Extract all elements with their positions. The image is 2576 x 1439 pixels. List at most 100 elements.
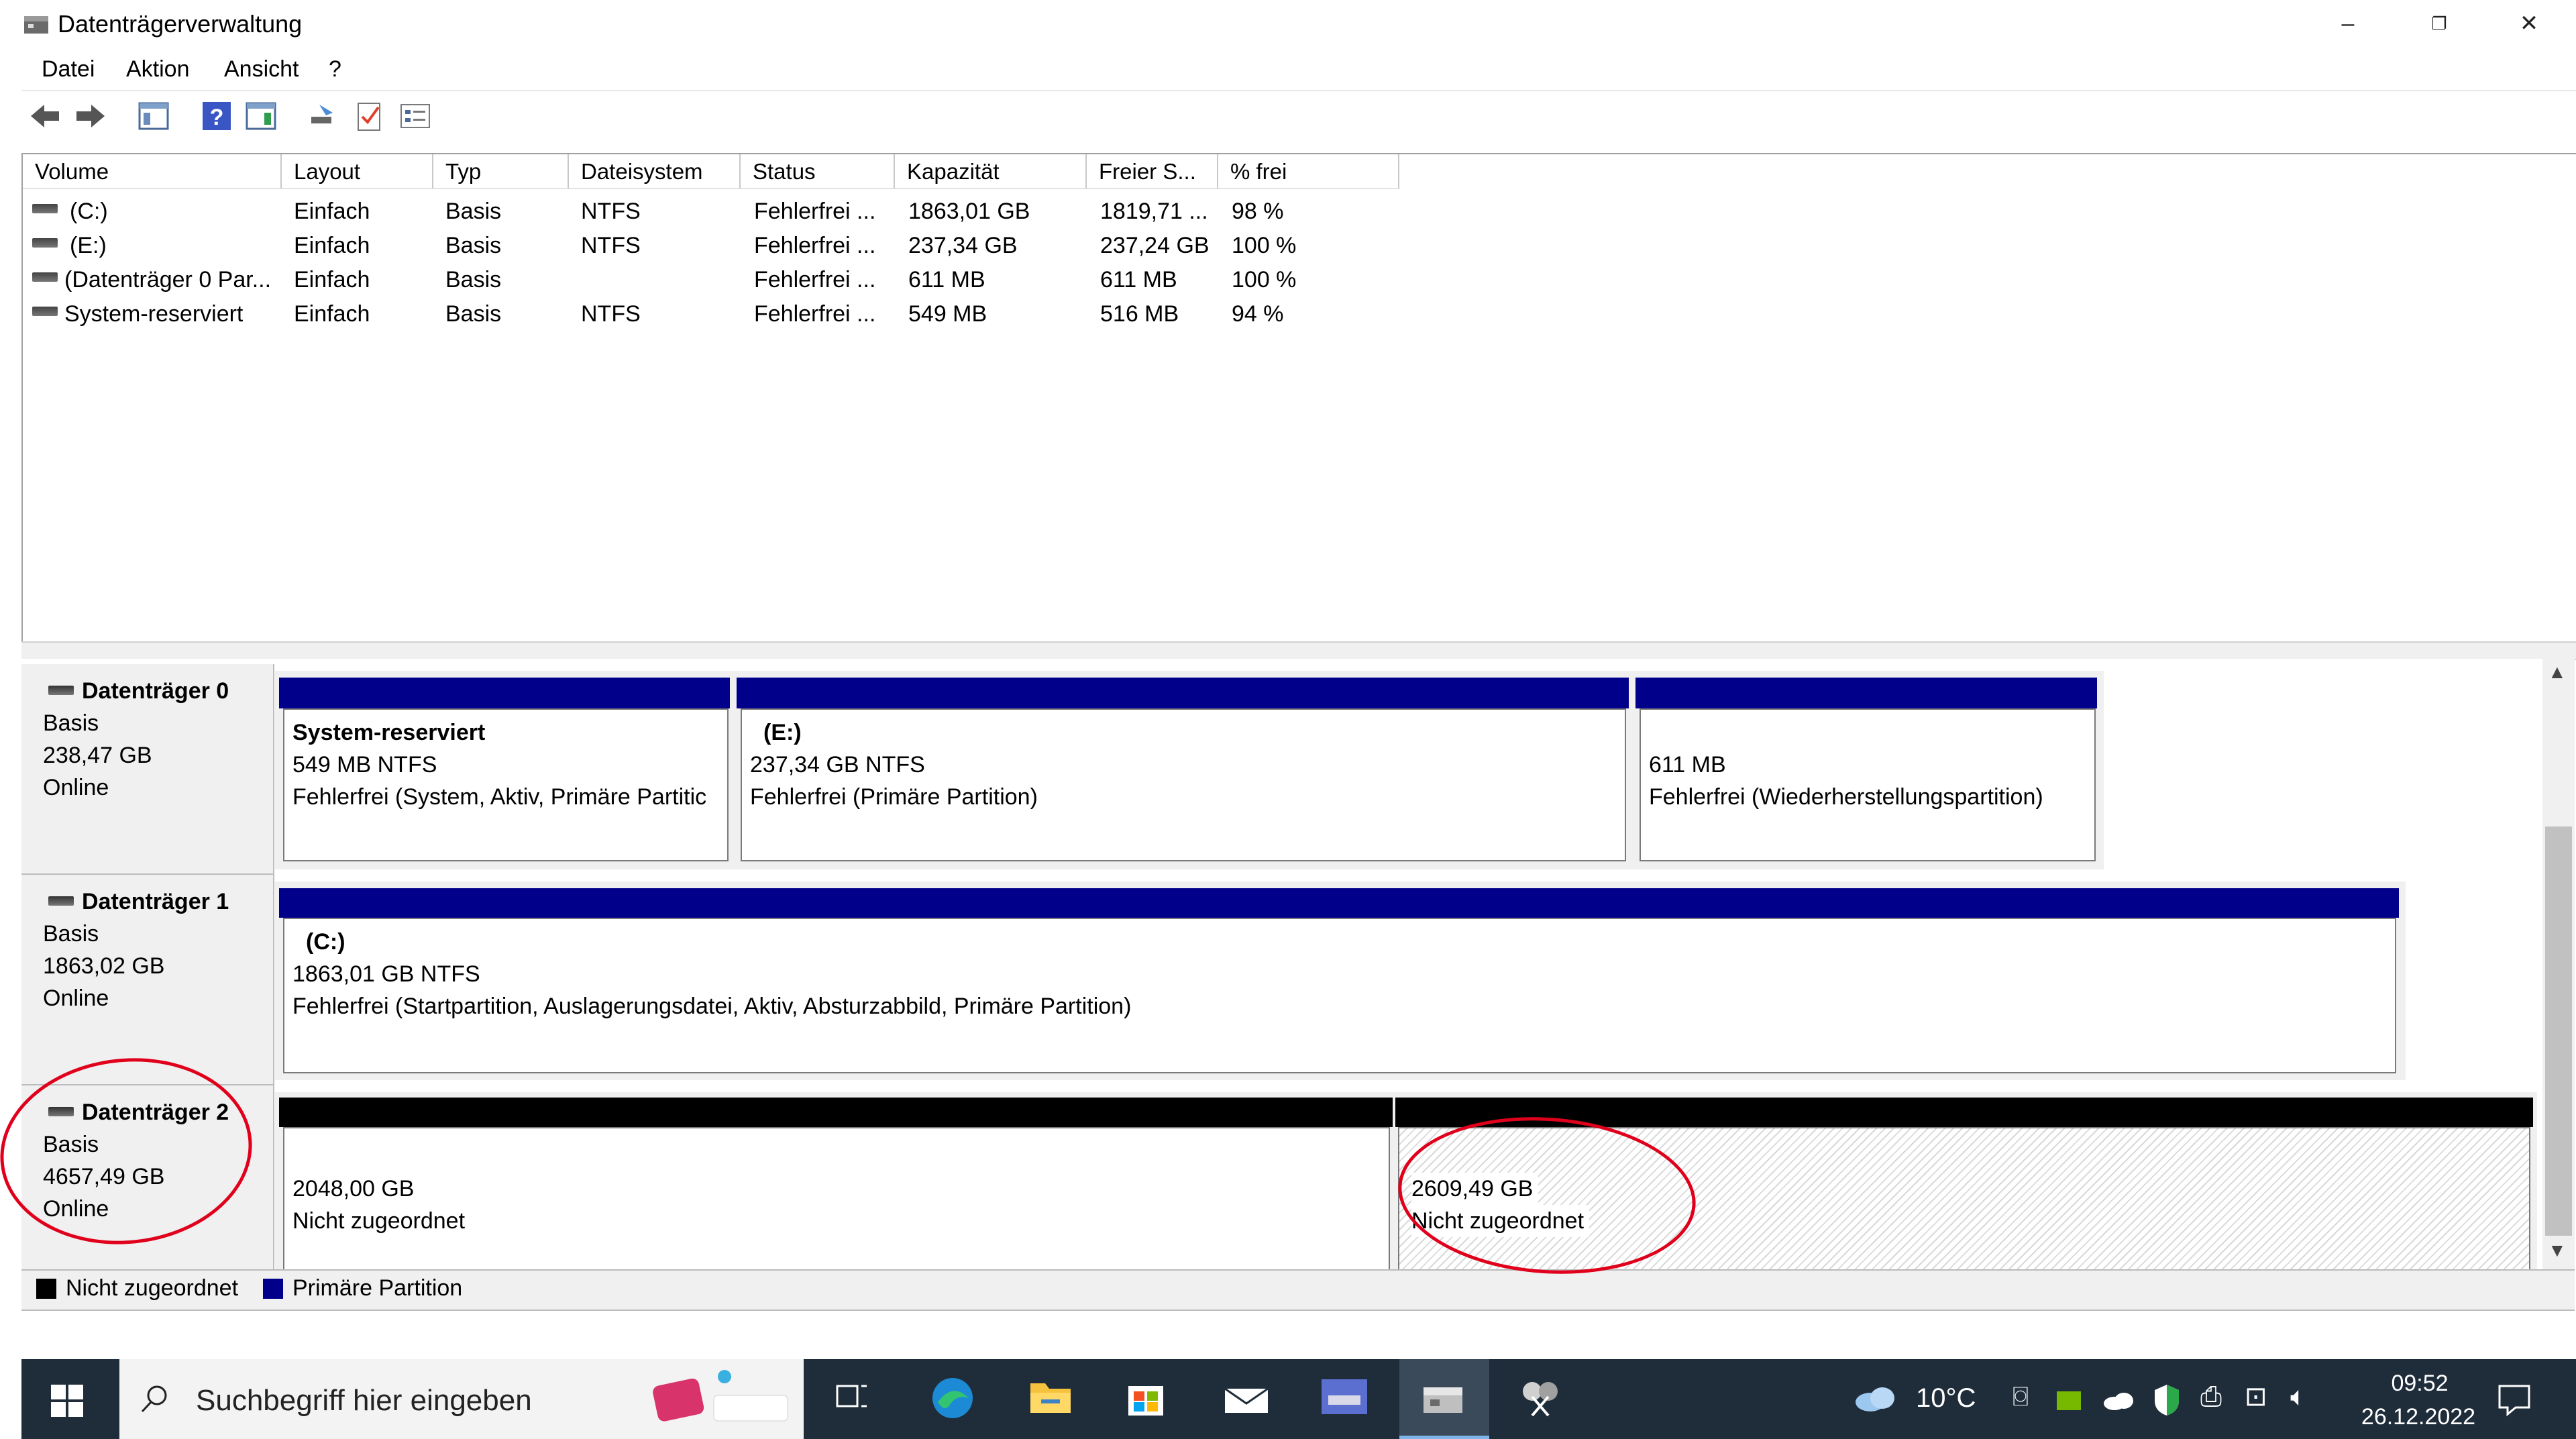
weather-cloud-icon[interactable] [1851,1382,1900,1414]
cell-status: Fehlerfrei ... [754,199,876,224]
cell-filesystem: NTFS [581,233,641,258]
cell-free: 1819,71 ... [1100,199,1208,224]
partition-status: Nicht zugeordnet [292,1208,466,1234]
windows-start-icon[interactable] [50,1383,85,1418]
cell-status: Fehlerfrei ... [754,301,876,327]
legend-unallocated-label: Nicht zugeordnet [66,1275,239,1301]
drive-icon [32,307,58,316]
help-icon[interactable]: ? [200,99,233,133]
partition-size: 611 MB [1649,752,1726,778]
restore-button[interactable]: ❐ [2399,0,2479,50]
table-row[interactable]: (Datenträger 0 Par... Einfach Basis Fehl… [23,263,1399,297]
cell-percent-free: 98 % [1232,199,1284,224]
show-hide-action-pane-icon[interactable] [244,99,278,133]
legend-primary-swatch [263,1279,283,1299]
volume-speaker-icon[interactable]: 🔈︎ [2290,1382,2306,1411]
cell-layout: Einfach [294,233,370,258]
clock-time[interactable]: 09:52 [2376,1369,2463,1398]
partition-system-reserved[interactable]: System-reserviert 549 MB NTFS Fehlerfrei… [283,708,729,861]
disk-tool-icon[interactable] [1319,1375,1370,1418]
cell-filesystem: NTFS [581,301,641,327]
column-header-status[interactable]: Status [741,154,895,189]
scroll-up-arrow-icon[interactable]: ▲ [2548,661,2567,683]
table-row[interactable]: (C:) Einfach Basis NTFS Fehlerfrei ... 1… [23,195,1399,228]
drive-icon [32,204,58,213]
column-header-filesystem[interactable]: Dateisystem [569,154,741,189]
column-header-volume[interactable]: Volume [23,154,282,189]
task-view-icon[interactable] [832,1378,872,1418]
partition-recovery[interactable]: 611 MB Fehlerfrei (Wiederherstellungspar… [1640,708,2096,861]
meet-now-icon[interactable]: ⎙ [2200,1382,2222,1411]
back-arrow-icon[interactable] [28,99,62,133]
partition-status: Fehlerfrei (Startpartition, Auslagerungs… [292,994,1132,1019]
pane-splitter[interactable] [21,641,2576,660]
partition-size: 549 MB NTFS [292,752,437,778]
legend-unallocated-swatch [36,1279,56,1299]
connect-drive-icon[interactable] [306,99,339,133]
disk-type: Basis [43,710,99,736]
partition-size: 2048,00 GB [292,1176,415,1202]
cell-volume: System-reserviert [64,301,244,327]
menu-ansicht[interactable]: Ansicht [224,54,299,85]
partition-e[interactable]: (E:) 237,34 GB NTFS Fehlerfrei (Primäre … [741,708,1626,861]
drive-icon [32,272,58,282]
cell-free: 237,24 GB [1100,233,1210,258]
table-row[interactable]: System-reserviert Einfach Basis NTFS Feh… [23,297,1399,331]
menu-aktion[interactable]: Aktion [126,54,190,85]
search-icon [141,1385,167,1413]
disk-management-app-icon [24,16,48,34]
notification-center-icon[interactable] [2496,1382,2533,1417]
partition-status: Fehlerfrei (Wiederherstellungspartition) [1649,784,2043,810]
cell-capacity: 1863,01 GB [908,199,1030,224]
column-header-layout[interactable]: Layout [282,154,433,189]
scrollbar-thumb[interactable] [2545,827,2572,1236]
disk-management-taskbar-icon[interactable] [1419,1378,1466,1418]
drive-icon [32,238,58,248]
scroll-down-arrow-icon[interactable]: ▼ [2548,1240,2567,1261]
menu-help[interactable]: ? [329,54,341,85]
legend-primary-label: Primäre Partition [292,1275,463,1301]
disk-size: 1863,02 GB [43,953,165,979]
close-button[interactable]: ✕ [2489,0,2569,50]
network-icon[interactable]: ⊡ [2245,1382,2267,1411]
cell-capacity: 549 MB [908,301,987,327]
search-highlight-icon[interactable] [651,1369,794,1426]
disk-1-info[interactable]: Datenträger 1 Basis 1863,02 GB Online [21,875,274,1085]
menu-bar [0,50,2576,89]
search-placeholder: Suchbegriff hier eingeben [196,1384,532,1417]
minimize-button[interactable]: – [2308,0,2388,50]
microsoft-store-icon[interactable] [1124,1375,1167,1418]
cell-percent-free: 100 % [1232,267,1297,292]
cell-capacity: 237,34 GB [908,233,1018,258]
onedrive-cloud-icon[interactable] [2101,1389,2136,1411]
properties-checklist-icon[interactable] [353,99,386,133]
cell-volume: (Datenträger 0 Par... [64,267,272,292]
column-header-capacity[interactable]: Kapazität [895,154,1087,189]
show-hide-console-tree-icon[interactable] [137,99,170,133]
list-view-icon[interactable] [398,99,432,133]
usb-device-icon[interactable]: ⌼ [2012,1382,2029,1411]
disk-title: Datenträger 1 [82,889,229,914]
security-shield-icon[interactable] [2152,1383,2182,1417]
cell-filesystem: NTFS [581,199,641,224]
weather-temperature[interactable]: 10°C [1916,1383,1976,1413]
nvidia-icon[interactable] [2057,1391,2081,1410]
clock-date[interactable]: 26.12.2022 [2348,1402,2489,1432]
edge-browser-icon[interactable] [930,1375,975,1421]
partition-c[interactable]: (C:) 1863,01 GB NTFS Fehlerfrei (Startpa… [283,918,2396,1073]
column-header-percent-free[interactable]: % frei [1218,154,1399,189]
table-row[interactable]: (E:) Einfach Basis NTFS Fehlerfrei ... 2… [23,229,1399,262]
column-header-type[interactable]: Typ [433,154,569,189]
cell-layout: Einfach [294,301,370,327]
snipping-tool-icon[interactable] [1517,1377,1563,1420]
disk-0-info[interactable]: Datenträger 0 Basis 238,47 GB Online [21,664,274,875]
file-explorer-icon[interactable] [1028,1377,1073,1417]
forward-arrow-icon[interactable] [74,99,107,133]
partition-status: Fehlerfrei (System, Aktiv, Primäre Parti… [292,784,707,810]
menu-datei[interactable]: Datei [42,54,95,85]
disk-state: Online [43,985,109,1011]
disk-icon [48,896,74,906]
unallocated-area-1[interactable]: 2048,00 GB Nicht zugeordnet [283,1127,1390,1269]
mail-icon[interactable] [1222,1381,1271,1416]
column-header-free-space[interactable]: Freier S... [1087,154,1218,189]
